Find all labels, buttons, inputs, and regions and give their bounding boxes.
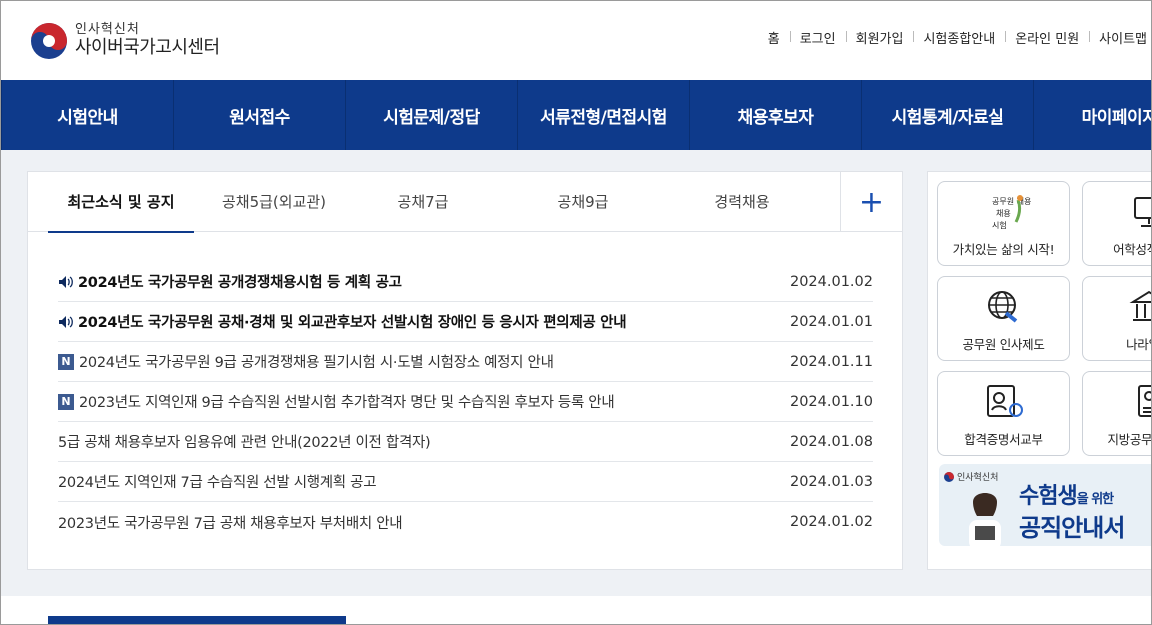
taeguk-small-icon [944, 471, 954, 482]
quick-personnel-system-button[interactable]: 공무원 인사제도 [937, 276, 1070, 361]
list-item[interactable]: 2024년도 국가공무원 공채·경채 및 외교관후보자 선발시험 장애인 등 응… [58, 302, 873, 342]
list-item-date: 2024.01.02 [789, 514, 873, 530]
nav-questions-answers[interactable]: 시험문제/정답 [346, 80, 518, 150]
util-link-signup[interactable]: 회원가입 [845, 28, 914, 47]
list-item[interactable]: 5급 공채 채용후보자 임용유예 관련 안내(2022년 이전 합격자) 202… [58, 422, 873, 462]
new-badge-icon: N [58, 393, 74, 410]
more-plus-button[interactable]: + [840, 172, 902, 232]
new-badge-icon: N [58, 353, 74, 370]
tab-recent-news[interactable]: 최근소식 및 공지 [48, 172, 194, 233]
document-person-icon [1083, 382, 1151, 422]
globe-icon [938, 287, 1069, 327]
main-nav: 시험안내 원서접수 시험문제/정답 서류전형/면접시험 채용후보자 시험통계/자… [1, 80, 1151, 150]
nav-application[interactable]: 원서접수 [174, 80, 346, 150]
monitor-icon [1083, 192, 1151, 232]
logo-subtitle: 인사혁신처 [75, 22, 140, 38]
quick-label: 지방공무원 채용 [1107, 432, 1152, 447]
list-item-title: 2023년도 지역인재 9급 수습직원 선발시험 추가합격자 명단 및 수습직원… [79, 395, 615, 411]
quick-value-life-button[interactable]: 공무원 채용 시험 채용 시험 가치있는 삶의 시작! [937, 181, 1070, 266]
site-logo[interactable]: 인사혁신처 사이버국가고시센터 [29, 19, 249, 63]
student-illustration-icon [969, 493, 1001, 546]
notice-panel: 최근소식 및 공지 공채5급(외교관) 공채7급 공채9급 경력채용 + 202… [27, 171, 903, 570]
nav-mypage[interactable]: 마이페이지 [1034, 80, 1151, 150]
util-link-sitemap[interactable]: 사이트맵 [1089, 28, 1151, 47]
list-item-title: 2024년도 국가공무원 9급 공개경쟁채용 필기시험 시·도별 시험장소 예정… [79, 355, 554, 371]
notice-tabs: 최근소식 및 공지 공채5급(외교관) 공채7급 공채9급 경력채용 + [28, 172, 902, 233]
tab-grade9[interactable]: 공채9급 [528, 172, 638, 232]
list-item-title: 2024년도 지역인재 7급 수습직원 선발 시행계획 공고 [58, 475, 377, 491]
svg-text:시험: 시험 [992, 221, 1007, 230]
list-item-date: 2024.01.02 [789, 273, 873, 290]
nav-exam-info[interactable]: 시험안내 [2, 80, 174, 150]
quick-label: 합격증명서교부 [964, 432, 1043, 447]
nav-statistics[interactable]: 시험통계/자료실 [862, 80, 1034, 150]
quick-label: 공무원 인사제도 [962, 337, 1045, 352]
quick-label: 어학성적 조회 [1113, 242, 1151, 257]
quick-local-official-button[interactable]: 지방공무원 채용 [1082, 371, 1152, 456]
list-item-title: 2024년도 국가공무원 공개경쟁채용시험 등 계획 공고 [78, 275, 402, 291]
list-item[interactable]: N 2023년도 지역인재 9급 수습직원 선발시험 추가합격자 명단 및 수습… [58, 382, 873, 422]
list-item-title: 5급 공채 채용후보자 임용유예 관련 안내(2022년 이전 합격자) [58, 435, 431, 451]
list-item-title: 2023년도 국가공무원 7급 공채 채용후보자 부처배치 안내 [58, 515, 403, 532]
logo-title: 사이버국가고시센터 [75, 37, 220, 59]
quick-certificate-button[interactable]: 합격증명서교부 [937, 371, 1070, 456]
speaker-icon [59, 315, 73, 328]
list-item-title: 2024년도 국가공무원 공채·경채 및 외교관후보자 선발시험 장애인 등 응… [78, 315, 627, 331]
list-item-date: 2024.01.08 [789, 433, 873, 450]
quick-label: 나라일터 [1126, 337, 1151, 352]
value-life-icon: 공무원 채용 시험 채용 시험 [938, 192, 1069, 232]
tab-career[interactable]: 경력채용 [686, 172, 798, 232]
certificate-icon [938, 382, 1069, 422]
list-item-date: 2024.01.03 [789, 473, 873, 490]
exam-guide-banner[interactable]: 인사혁신처 수험생을 위한 공직안내서 [939, 464, 1151, 546]
list-item[interactable]: 2023년도 국가공무원 7급 공채 채용후보자 부처배치 안내 2024.01… [58, 502, 873, 542]
notice-list: 2024년도 국가공무원 공개경쟁채용시험 등 계획 공고 2024.01.02… [58, 262, 873, 542]
section-bar [48, 616, 346, 624]
list-item-date: 2024.01.11 [789, 353, 873, 370]
speaker-icon [59, 275, 73, 288]
util-link-exam-guide[interactable]: 시험종합안내 [913, 28, 1005, 47]
list-item[interactable]: 2024년도 지역인재 7급 수습직원 선발 시행계획 공고 2024.01.0… [58, 462, 873, 502]
page: 인사혁신처 사이버국가고시센터 홈 로그인 회원가입 시험종합안내 온라인 민원… [0, 0, 1152, 625]
tab-grade5[interactable]: 공채5급(외교관) [204, 172, 344, 232]
tab-grade7[interactable]: 공채7급 [368, 172, 478, 232]
list-item[interactable]: N 2024년도 국가공무원 9급 공개경쟁채용 필기시험 시·도별 시험장소 … [58, 342, 873, 382]
banner-title-a: 수험생 [1019, 484, 1078, 509]
banner-logo: 인사혁신처 [943, 470, 998, 483]
banner-title-line2: 공직안내서 [1019, 514, 1125, 542]
util-link-home[interactable]: 홈 [758, 28, 790, 47]
svg-text:공무원 채용 시험: 공무원 채용 시험 [992, 196, 1034, 206]
quick-label: 가치있는 삶의 시작! [952, 242, 1055, 257]
taeguk-logo-icon [31, 23, 67, 59]
svg-text:채용: 채용 [996, 208, 1011, 218]
list-item-date: 2024.01.10 [789, 393, 873, 410]
header: 인사혁신처 사이버국가고시센터 홈 로그인 회원가입 시험종합안내 온라인 민원… [1, 1, 1151, 80]
quick-language-score-button[interactable]: 어학성적 조회 [1082, 181, 1151, 266]
nav-document-interview[interactable]: 서류전형/면접시험 [518, 80, 690, 150]
util-link-online-petition[interactable]: 온라인 민원 [1005, 28, 1089, 47]
building-icon [1083, 287, 1151, 327]
util-link-login[interactable]: 로그인 [789, 28, 846, 47]
utility-nav: 홈 로그인 회원가입 시험종합안내 온라인 민원 사이트맵 [758, 28, 1151, 47]
nav-candidates[interactable]: 채용후보자 [690, 80, 862, 150]
list-item-date: 2024.01.01 [789, 313, 873, 330]
list-item[interactable]: 2024년도 국가공무원 공개경쟁채용시험 등 계획 공고 2024.01.02 [58, 262, 873, 302]
quick-narailteo-button[interactable]: 나라일터 [1082, 276, 1151, 361]
banner-title-b: 을 위한 [1076, 492, 1114, 507]
